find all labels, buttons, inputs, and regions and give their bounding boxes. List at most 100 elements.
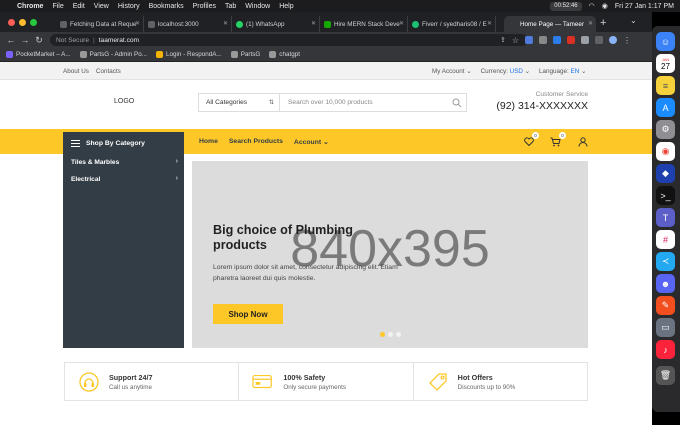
sidepanel-icon[interactable]	[595, 36, 604, 44]
menu-view[interactable]: View	[94, 3, 109, 10]
slack-icon[interactable]: #	[656, 230, 675, 249]
menu-window[interactable]: Window	[245, 3, 270, 10]
reload-button[interactable]: ↻	[32, 35, 46, 46]
notes-icon[interactable]: ≡	[656, 76, 675, 95]
features-bar: Support 24/7 Call us anytime 100% Safety…	[64, 362, 588, 401]
browser-tab[interactable]: Hire MERN Stack Deve ✕	[320, 16, 408, 32]
browser-tab[interactable]: Fetching Data at Reque ✕	[56, 16, 144, 32]
url-text[interactable]: taamerat.com	[99, 37, 139, 44]
cart-badge: 0	[559, 132, 566, 139]
forward-button[interactable]: →	[18, 35, 32, 45]
menu-help[interactable]: Help	[279, 3, 293, 10]
browser-tab[interactable]: Fiverr / syedharis08 / E ✕	[408, 16, 496, 32]
search-icon[interactable]	[448, 94, 466, 111]
wishlist-badge: 0	[532, 132, 539, 139]
close-window-button[interactable]	[8, 19, 15, 26]
bookmark-item[interactable]: Login - RespondA...	[156, 51, 222, 58]
extension-icon[interactable]	[567, 36, 576, 44]
postman-icon[interactable]: ✎	[656, 296, 675, 315]
menu-file[interactable]: File	[52, 3, 63, 10]
bookmark-item[interactable]: PartsG	[230, 51, 260, 58]
teams-icon[interactable]: T	[656, 208, 675, 227]
profile-avatar[interactable]	[609, 36, 618, 44]
my-account-dropdown[interactable]: My Account ⌄	[432, 68, 472, 75]
wifi-icon[interactable]: ◠	[589, 2, 595, 10]
search-input[interactable]	[280, 94, 448, 111]
browser-tab[interactable]: localhost:3000 ✕	[144, 16, 232, 32]
slider-dot[interactable]	[388, 332, 393, 337]
shop-by-category-button[interactable]: Shop By Category	[63, 132, 184, 154]
tab-title: Fiverr / syedharis08 / E	[422, 20, 487, 28]
vpn-icon[interactable]: ◆	[656, 164, 675, 183]
not-secure-label[interactable]: Not Secure	[56, 37, 89, 44]
site-logo[interactable]: LOGO	[114, 98, 134, 105]
sidebar-item-tiles-marbles[interactable]: Tiles & Marbles ›	[63, 154, 184, 171]
music-icon[interactable]: ♪	[656, 340, 675, 359]
feature-offers: Hot Offers Discounts up to 90%	[414, 363, 587, 400]
nav-home[interactable]: Home	[199, 138, 218, 146]
nav-menu: Home Search Products Account ⌄	[199, 138, 329, 146]
tag-icon	[427, 371, 449, 393]
menu-tab[interactable]: Tab	[225, 3, 236, 10]
close-tab-icon[interactable]: ✕	[311, 20, 316, 27]
slider-dot[interactable]	[396, 332, 401, 337]
shop-now-button[interactable]: Shop Now	[213, 304, 283, 324]
menu-bookmarks[interactable]: Bookmarks	[149, 3, 184, 10]
bookmark-item[interactable]: chatgpt	[269, 51, 300, 58]
menu-dots-icon[interactable]: ⋮	[623, 36, 631, 45]
preview-icon[interactable]: ▭	[656, 318, 675, 337]
close-tab-icon[interactable]: ✕	[135, 20, 140, 27]
tab-search-icon[interactable]: ⌄	[630, 16, 637, 25]
close-tab-icon[interactable]: ✕	[223, 20, 228, 27]
sidebar-item-electrical[interactable]: Electrical ›	[63, 171, 184, 188]
feature-subtitle: Only secure payments	[283, 383, 346, 391]
close-tab-icon[interactable]: ✕	[399, 20, 404, 27]
puzzle-icon[interactable]	[581, 36, 590, 44]
extension-icon[interactable]	[525, 36, 534, 44]
app-store-icon[interactable]: A	[656, 98, 675, 117]
bookmark-star-icon[interactable]: ☆	[512, 36, 519, 45]
close-tab-icon[interactable]: ✕	[588, 20, 593, 27]
menu-edit[interactable]: Edit	[73, 3, 85, 10]
language-dropdown[interactable]: Language: EN ⌄	[539, 68, 586, 75]
finder-icon[interactable]: ☺	[656, 32, 675, 51]
chrome-icon[interactable]: ◉	[656, 142, 675, 161]
nav-search-products[interactable]: Search Products	[229, 138, 283, 146]
wishlist-icon[interactable]: 0	[523, 132, 539, 147]
window-controls	[8, 19, 37, 26]
settings-icon[interactable]: ⚙	[656, 120, 675, 139]
trash-icon[interactable]: 🗑	[656, 366, 675, 385]
menu-profiles[interactable]: Profiles	[193, 3, 216, 10]
minimize-window-button[interactable]	[19, 19, 26, 26]
vscode-icon[interactable]: ≺	[656, 252, 675, 271]
new-tab-button[interactable]: +	[600, 17, 606, 29]
share-icon[interactable]: ⇪	[500, 36, 506, 44]
terminal-icon[interactable]: >_	[656, 186, 675, 205]
phone-number[interactable]: (92) 314-XXXXXXX	[496, 100, 588, 112]
user-icon[interactable]	[577, 136, 588, 147]
bookmark-item[interactable]: PartsG - Admin Po...	[79, 51, 147, 58]
category-select[interactable]: All Categories ⇅	[199, 94, 280, 111]
extension-icon[interactable]	[539, 36, 548, 44]
address-bar[interactable]: Not Secure | taamerat.com	[50, 34, 528, 46]
timer-badge[interactable]: 00:52:46	[550, 1, 582, 11]
discord-icon[interactable]: ☻	[656, 274, 675, 293]
menu-history[interactable]: History	[118, 3, 140, 10]
menu-app-name[interactable]: Chrome	[17, 3, 43, 10]
about-link[interactable]: About Us	[63, 68, 89, 75]
datetime[interactable]: Fri 27 Jan 1:17 PM	[615, 3, 674, 10]
zoom-window-button[interactable]	[30, 19, 37, 26]
close-tab-icon[interactable]: ✕	[487, 20, 492, 27]
browser-tab-active[interactable]: Home Page — Tameer ✕	[504, 16, 596, 32]
browser-tab[interactable]: (1) WhatsApp ✕	[232, 16, 320, 32]
control-center-icon[interactable]: ◉	[602, 2, 608, 10]
contacts-link[interactable]: Contacts	[96, 68, 121, 75]
extension-icon[interactable]	[553, 36, 562, 44]
back-button[interactable]: ←	[4, 35, 18, 45]
slider-dot-active[interactable]	[380, 332, 385, 337]
cart-icon[interactable]: 0	[550, 132, 566, 147]
calendar-icon[interactable]: JAN 27	[656, 54, 675, 73]
nav-account[interactable]: Account ⌄	[294, 138, 329, 146]
bookmark-item[interactable]: PocketMarket – A...	[6, 51, 71, 58]
currency-dropdown[interactable]: Currency: USD ⌄	[481, 68, 530, 75]
